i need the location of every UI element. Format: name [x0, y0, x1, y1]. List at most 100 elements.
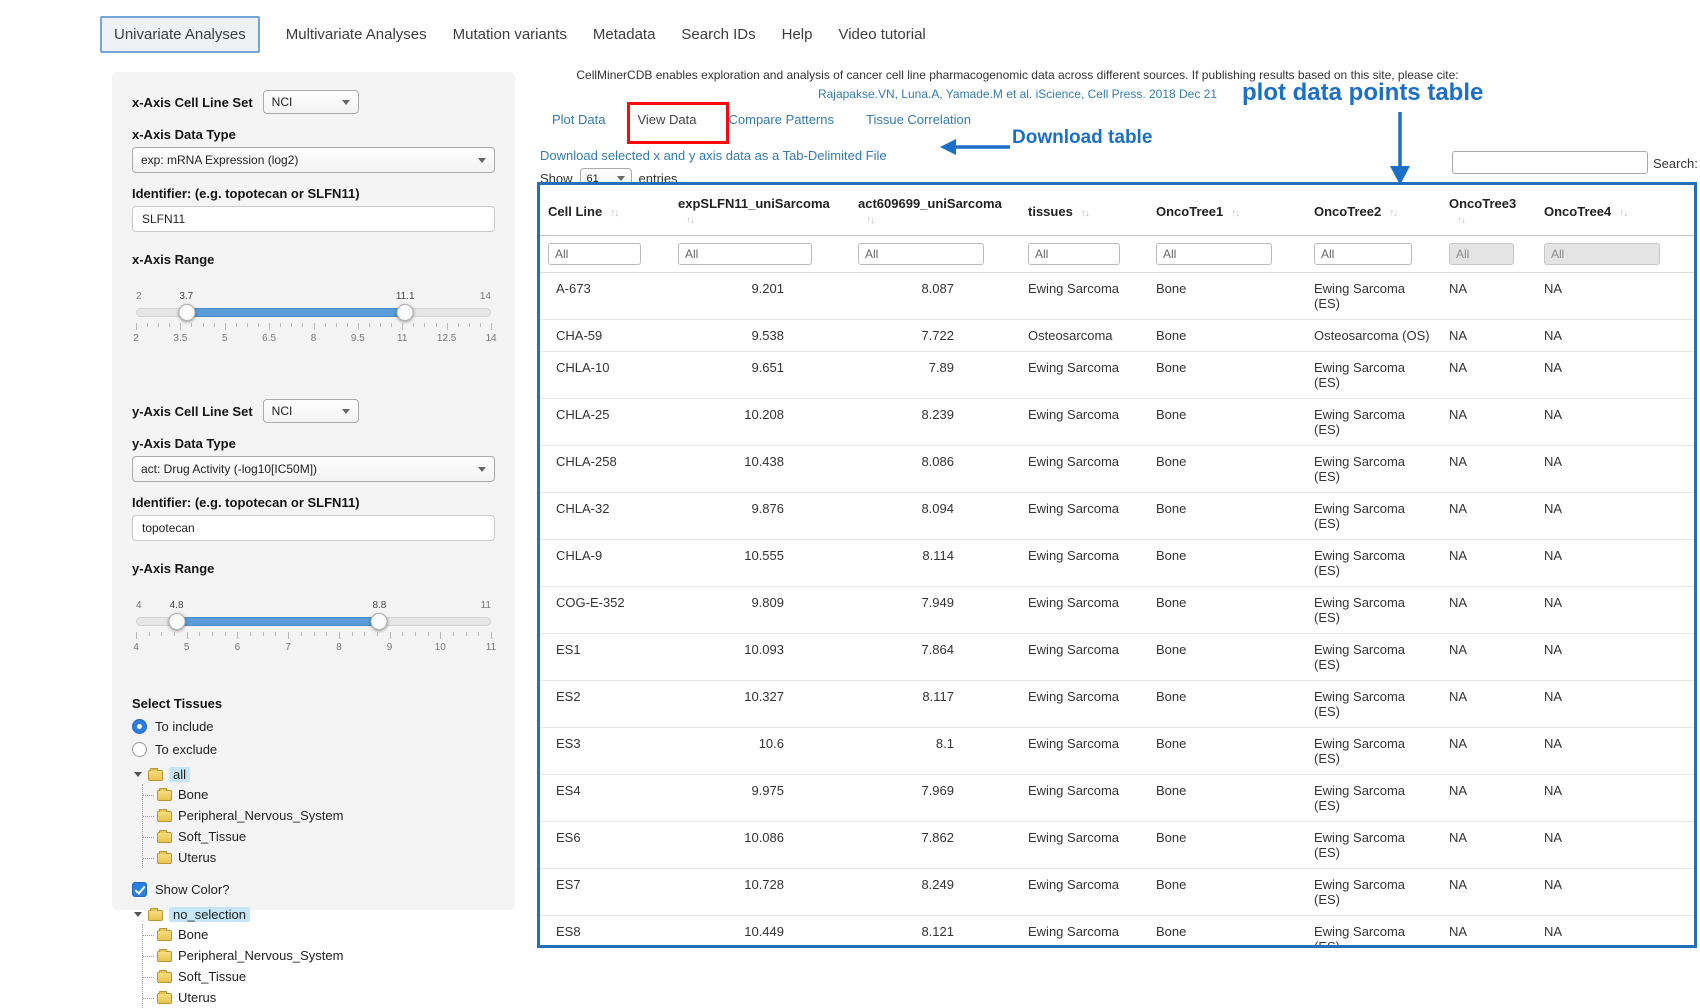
table-row[interactable]: CHLA-2510.2088.239Ewing SarcomaBoneEwing…: [540, 399, 1694, 446]
tree-node-peripheral-nervous-system[interactable]: Peripheral_Nervous_System: [143, 805, 495, 826]
tree-expand-icon[interactable]: [134, 912, 142, 917]
tab-view-data[interactable]: View Data: [637, 112, 696, 127]
radio-to-exclude[interactable]: To exclude: [132, 742, 495, 757]
col-header-act609699[interactable]: act609699_uniSarcoma↑↓: [850, 185, 1020, 236]
table-cell: Bone: [1148, 320, 1306, 352]
tree-node-all[interactable]: all: [134, 765, 495, 784]
tree-node-soft-tissue[interactable]: Soft_Tissue: [143, 966, 495, 987]
radio-include-control[interactable]: [132, 719, 147, 734]
filter-tissues[interactable]: [1028, 243, 1120, 265]
tab-search-ids[interactable]: Search IDs: [681, 26, 755, 43]
radio-exclude-control[interactable]: [132, 742, 147, 757]
table-cell: 9.975: [670, 775, 850, 822]
table-cell: NA: [1536, 775, 1694, 822]
table-row[interactable]: ES110.0937.864Ewing SarcomaBoneEwing Sar…: [540, 634, 1694, 681]
x-identifier-input[interactable]: [132, 206, 495, 232]
sort-icon[interactable]: ↑↓: [866, 215, 874, 226]
col-header-oncotree2[interactable]: OncoTree2 ↑↓: [1306, 185, 1441, 236]
col-header-oncotree1[interactable]: OncoTree1 ↑↓: [1148, 185, 1306, 236]
table-row[interactable]: A-6739.2018.087Ewing SarcomaBoneEwing Sa…: [540, 273, 1694, 320]
table-cell: NA: [1536, 916, 1694, 949]
tab-help[interactable]: Help: [782, 26, 813, 43]
slider-handle-to[interactable]: [396, 304, 413, 321]
sort-icon[interactable]: ↑↓: [1619, 208, 1627, 219]
table-row[interactable]: CHLA-329.8768.094Ewing SarcomaBoneEwing …: [540, 493, 1694, 540]
tab-multivariate-analyses[interactable]: Multivariate Analyses: [286, 26, 427, 43]
filter-oncotree2[interactable]: [1314, 243, 1412, 265]
table-row[interactable]: CHA-599.5387.722OsteosarcomaBoneOsteosar…: [540, 320, 1694, 352]
table-row[interactable]: CHLA-25810.4388.086Ewing SarcomaBoneEwin…: [540, 446, 1694, 493]
tree-node-uterus[interactable]: Uterus: [143, 847, 495, 868]
y-range-label: y-Axis Range: [132, 561, 495, 576]
filter-cell-line[interactable]: [548, 243, 641, 265]
tree-node-uterus[interactable]: Uterus: [143, 987, 495, 1008]
table-cell: Ewing Sarcoma: [1020, 775, 1148, 822]
tab-video-tutorial[interactable]: Video tutorial: [838, 26, 925, 43]
tab-mutation-variants[interactable]: Mutation variants: [453, 26, 567, 43]
x-range-slider[interactable]: 2143.711.123.556.589.51112.514: [136, 291, 491, 353]
table-row[interactable]: ES710.7288.249Ewing SarcomaBoneEwing Sar…: [540, 869, 1694, 916]
x-cell-line-set-select[interactable]: NCI: [263, 90, 359, 114]
tab-compare-patterns[interactable]: Compare Patterns: [729, 112, 835, 127]
show-color-checkbox[interactable]: [132, 882, 147, 897]
table-row[interactable]: ES49.9757.969Ewing SarcomaBoneEwing Sarc…: [540, 775, 1694, 822]
tree-node-bone[interactable]: Bone: [143, 784, 495, 805]
tree-expand-icon[interactable]: [134, 772, 142, 777]
tab-tissue-correlation[interactable]: Tissue Correlation: [866, 112, 971, 127]
citation-link[interactable]: Rajapakse.VN, Luna.A, Yamade.M et al. iS…: [818, 87, 1217, 101]
download-link[interactable]: Download selected x and y axis data as a…: [540, 148, 887, 163]
sort-icon[interactable]: ↑↓: [1081, 208, 1089, 219]
table-cell: 10.327: [670, 681, 850, 728]
tab-metadata[interactable]: Metadata: [593, 26, 656, 43]
tab-plot-data[interactable]: Plot Data: [552, 112, 605, 127]
col-header-label: OncoTree2: [1314, 204, 1381, 219]
tree-root-label: no_selection: [169, 907, 250, 922]
table-cell: Bone: [1148, 493, 1306, 540]
y-data-type-select[interactable]: act: Drug Activity (-log10[IC50M]): [132, 456, 495, 482]
col-header-cell-line[interactable]: Cell Line↑↓: [540, 185, 670, 236]
slider-handle-to[interactable]: [371, 613, 388, 630]
search-input[interactable]: [1452, 151, 1648, 174]
col-header-expslfn11[interactable]: expSLFN11_uniSarcoma↑↓: [670, 185, 850, 236]
tree-root-label: all: [169, 767, 190, 782]
table-cell: 7.949: [850, 587, 1020, 634]
sort-icon[interactable]: ↑↓: [610, 208, 618, 219]
tree-node-bone[interactable]: Bone: [143, 924, 495, 945]
col-header-label: tissues: [1028, 204, 1073, 219]
x-data-type-select[interactable]: exp: mRNA Expression (log2): [132, 147, 495, 173]
sort-icon[interactable]: ↑↓: [1231, 208, 1239, 219]
table-cell: A-673: [540, 273, 670, 320]
slider-handle-from[interactable]: [169, 613, 186, 630]
tree-node-label: Soft_Tissue: [178, 829, 246, 844]
table-row[interactable]: ES610.0867.862Ewing SarcomaBoneEwing Sar…: [540, 822, 1694, 869]
y-cell-line-set-select[interactable]: NCI: [263, 399, 359, 423]
filter-expslfn11[interactable]: [678, 243, 812, 265]
table-row[interactable]: ES810.4498.121Ewing SarcomaBoneEwing Sar…: [540, 916, 1694, 949]
col-header-oncotree3[interactable]: OncoTree3↑↓: [1441, 185, 1536, 236]
table-row[interactable]: CHLA-109.6517.89Ewing SarcomaBoneEwing S…: [540, 352, 1694, 399]
table-row[interactable]: CHLA-910.5558.114Ewing SarcomaBoneEwing …: [540, 540, 1694, 587]
table-row[interactable]: ES310.68.1Ewing SarcomaBoneEwing Sarcoma…: [540, 728, 1694, 775]
slider-handle-from[interactable]: [179, 304, 196, 321]
sort-icon[interactable]: ↑↓: [1457, 215, 1465, 226]
slider-track[interactable]: [136, 308, 491, 317]
table-row[interactable]: ES210.3278.117Ewing SarcomaBoneEwing Sar…: [540, 681, 1694, 728]
tree-node-soft-tissue[interactable]: Soft_Tissue: [143, 826, 495, 847]
sort-icon[interactable]: ↑↓: [1389, 208, 1397, 219]
filter-act609699[interactable]: [858, 243, 984, 265]
radio-to-include[interactable]: To include: [132, 719, 495, 734]
y-identifier-input[interactable]: [132, 515, 495, 541]
slider-track[interactable]: [136, 617, 491, 626]
tree-node-no-selection[interactable]: no_selection: [134, 905, 495, 924]
table-row[interactable]: COG-E-3529.8097.949Ewing SarcomaBoneEwin…: [540, 587, 1694, 634]
tab-univariate-analyses[interactable]: Univariate Analyses: [100, 16, 260, 53]
table-cell: NA: [1441, 681, 1536, 728]
y-range-slider[interactable]: 4114.88.84567891011: [136, 600, 491, 662]
sort-icon[interactable]: ↑↓: [686, 215, 694, 226]
filter-oncotree1[interactable]: [1156, 243, 1272, 265]
col-header-label: OncoTree1: [1156, 204, 1223, 219]
table-cell: 8.086: [850, 446, 1020, 493]
col-header-oncotree4[interactable]: OncoTree4↑↓: [1536, 185, 1694, 236]
col-header-tissues[interactable]: tissues ↑↓: [1020, 185, 1148, 236]
show-color-row[interactable]: Show Color?: [132, 882, 495, 897]
